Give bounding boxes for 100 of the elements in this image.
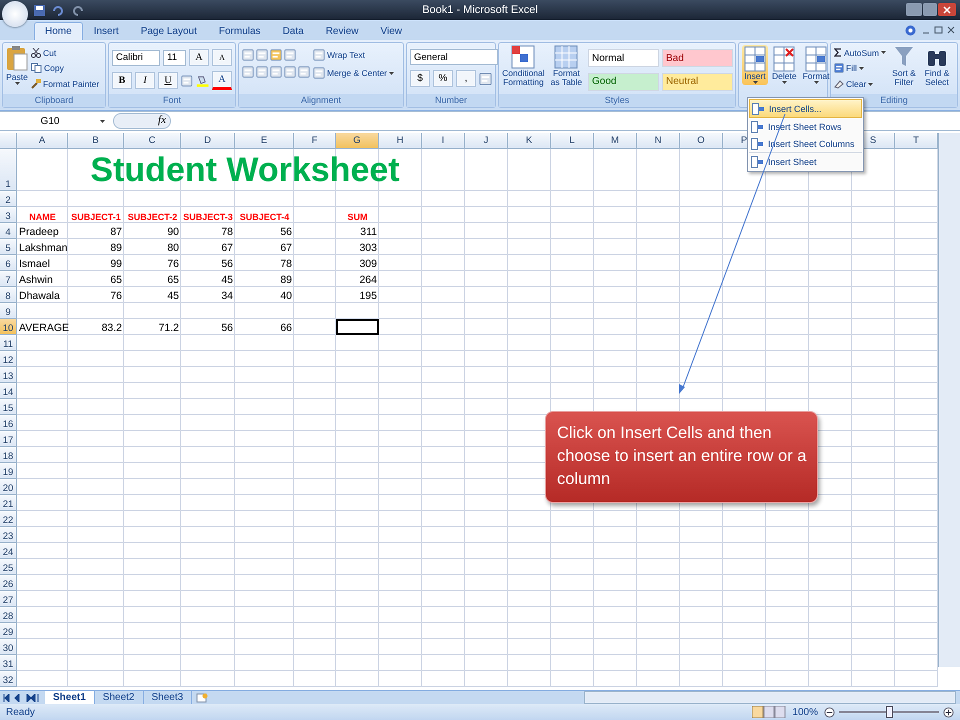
menu-item[interactable]: Insert Cells... [749,99,862,118]
row-header[interactable]: 8 [0,287,17,303]
ribbon-tab[interactable]: Review [314,22,370,40]
format-painter-button[interactable]: Format Painter [31,79,100,90]
row-header[interactable]: 15 [0,399,17,415]
row-header[interactable]: 32 [0,671,17,687]
bold-button[interactable]: B [112,72,132,89]
font-color-button[interactable]: A [212,71,232,90]
grow-font-button[interactable]: A [189,49,209,66]
column-header[interactable]: H [379,133,422,149]
paste-button[interactable]: Paste [6,45,28,92]
name-box[interactable]: G10 [0,116,100,126]
italic-button[interactable]: I [135,72,155,89]
column-header[interactable]: T [895,133,938,149]
merge-icon[interactable] [313,67,325,79]
row-header[interactable]: 3 [0,207,17,223]
window-controls[interactable] [906,3,956,17]
row-header[interactable]: 11 [0,335,17,351]
row-header[interactable]: 19 [0,463,17,479]
align-left-icon[interactable] [242,66,254,78]
align-right-icon[interactable] [270,66,282,78]
row-header[interactable]: 29 [0,623,17,639]
column-header[interactable]: M [594,133,637,149]
font-size-field[interactable]: 11 [163,50,186,66]
row-header[interactable]: 30 [0,639,17,655]
row-header[interactable]: 24 [0,543,17,559]
column-header[interactable]: F [294,133,336,149]
view-buttons[interactable] [752,706,786,718]
font-name-field[interactable]: Calibri [112,50,160,66]
row-header[interactable]: 9 [0,303,17,319]
row-header[interactable]: 27 [0,591,17,607]
row-header[interactable]: 7 [0,271,17,287]
shrink-font-button[interactable]: A [212,49,232,66]
fill-color-icon[interactable] [196,74,209,88]
ribbon-tab[interactable]: Insert [82,22,130,40]
undo-icon[interactable] [51,4,65,16]
save-icon[interactable] [34,4,45,16]
row-header[interactable]: 13 [0,367,17,383]
row-header[interactable]: 14 [0,383,17,399]
ribbon-tab[interactable]: Page Layout [130,22,208,40]
column-header[interactable]: J [465,133,508,149]
align-bottom-icon[interactable] [270,49,282,61]
row-header[interactable]: 17 [0,431,17,447]
row-header[interactable]: 22 [0,511,17,527]
row-header[interactable]: 2 [0,191,17,207]
row-header[interactable]: 21 [0,495,17,511]
zoom-out-icon[interactable] [824,706,835,718]
row-header[interactable]: 18 [0,447,17,463]
merge-center-button[interactable]: Merge & Center [313,67,394,79]
column-header[interactable]: D [181,133,235,149]
ribbon-tab[interactable]: Formulas [208,22,272,40]
align-top-icon[interactable] [242,49,254,61]
percent-button[interactable]: % [433,70,453,87]
row-header[interactable]: 6 [0,255,17,271]
increase-decimal-icon[interactable] [479,72,492,86]
align-middle-icon[interactable] [256,49,268,61]
fill-button[interactable]: Fill [834,63,886,74]
column-header[interactable]: L [551,133,594,149]
cells-button[interactable]: Delete [770,45,799,86]
ribbon-tab[interactable]: Data [272,22,315,40]
sort-filter-button[interactable]: Sort & Filter [888,45,919,92]
row-header[interactable]: 16 [0,415,17,431]
insert-function-button[interactable]: fx [113,113,171,129]
redo-icon[interactable] [71,4,85,16]
ribbon-tab[interactable]: Home [34,22,83,40]
row-header[interactable]: 23 [0,527,17,543]
zoom-in-icon[interactable] [943,706,954,718]
help-icon[interactable] [905,24,916,36]
column-header[interactable]: I [422,133,465,149]
copy-button[interactable]: Copy [31,63,100,74]
fill-down-icon[interactable] [834,63,844,74]
ribbon-tab[interactable]: View [369,22,413,40]
row-header[interactable]: 28 [0,607,17,623]
number-format-field[interactable]: General [410,49,498,65]
find-select-button[interactable]: Find & Select [922,45,952,92]
vertical-scrollbar[interactable] [938,133,960,667]
menu-item[interactable]: Insert Sheet [749,152,862,170]
workbook-controls[interactable] [922,26,956,34]
cell-style-item[interactable]: Bad [662,49,733,67]
row-header[interactable]: 1 [0,149,17,191]
column-header[interactable]: E [235,133,294,149]
office-button[interactable] [2,1,28,27]
indent-icon[interactable] [284,66,296,78]
row-header[interactable]: 5 [0,239,17,255]
row-header[interactable]: 31 [0,655,17,671]
align-center-icon[interactable] [256,66,268,78]
row-header[interactable]: 12 [0,351,17,367]
selected-cell[interactable] [336,319,379,335]
currency-button[interactable]: $ [410,70,430,87]
zoom-slider-thumb[interactable] [886,706,893,718]
row-header[interactable]: 25 [0,559,17,575]
column-header[interactable]: B [68,133,124,149]
cut-button[interactable]: Cut [31,48,100,58]
row-header[interactable]: 26 [0,575,17,591]
column-header[interactable]: G [336,133,379,149]
sheet-tab[interactable]: Sheet1 [45,691,95,704]
column-header[interactable]: C [124,133,181,149]
wrap-icon[interactable] [313,49,325,61]
row-header[interactable]: 4 [0,223,17,239]
row-header[interactable]: 20 [0,479,17,495]
